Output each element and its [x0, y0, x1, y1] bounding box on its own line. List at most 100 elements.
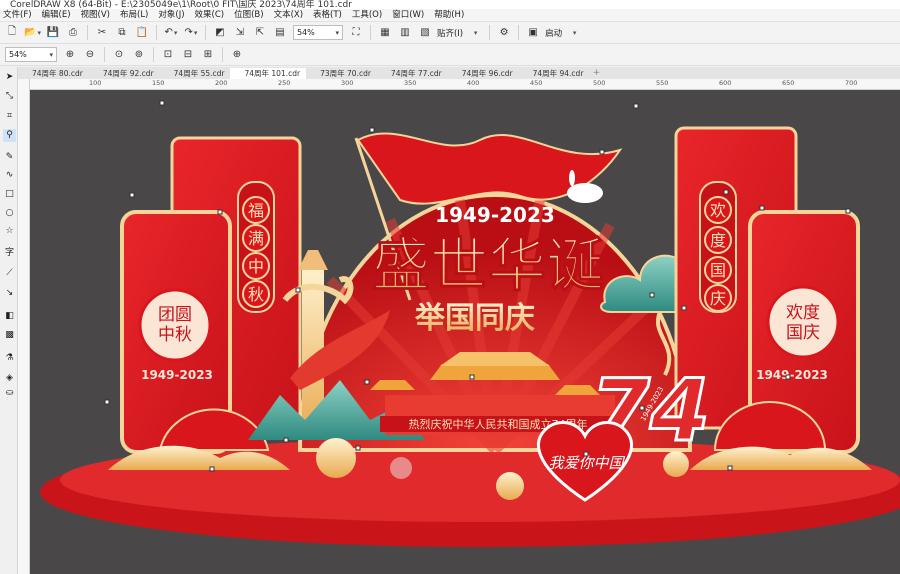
vertical-ruler[interactable] [18, 79, 30, 574]
menu-bar: 文件(F) 编辑(E) 视图(V) 布局(L) 对象(J) 效果(C) 位图(B… [0, 9, 900, 22]
zoom-to-selected-icon[interactable]: ⊙ [111, 47, 127, 63]
add-preset-icon[interactable]: ⊕ [229, 47, 245, 63]
menu-tools[interactable]: 工具(O) [349, 9, 389, 21]
zoom-to-all-objects-icon[interactable]: ⊚ [131, 47, 147, 63]
menu-view[interactable]: 视图(V) [78, 9, 117, 21]
menu-table[interactable]: 表格(T) [310, 9, 349, 21]
menu-edit[interactable]: 编辑(E) [39, 9, 78, 21]
drop-shadow-tool-icon[interactable]: ◧ [3, 310, 16, 323]
right-couplet-char: 度 [710, 231, 726, 250]
left-panel-text-line1: 团圆 [158, 305, 192, 325]
text-tool-icon[interactable]: 字 [3, 247, 16, 260]
tab-74-55[interactable]: 74周年 55.cdr [160, 68, 231, 79]
zoom-out-icon[interactable]: ⊖ [82, 47, 98, 63]
right-panel-text-line1: 欢度 [786, 303, 820, 323]
toolbar-separator [86, 25, 88, 40]
new-document-icon[interactable]: 🗋 [4, 25, 20, 41]
zoom-level-combo[interactable]: 54% ▾ [292, 25, 343, 40]
launch-chevron-icon[interactable] [566, 25, 582, 41]
show-grid-icon[interactable]: ▥ [397, 25, 413, 41]
menu-window[interactable]: 窗口(W) [389, 9, 431, 21]
menu-help[interactable]: 帮助(H) [431, 9, 471, 21]
zoom-to-page-width-icon[interactable]: ⊟ [180, 47, 196, 63]
smart-fill-tool-icon[interactable]: ⛀ [3, 387, 16, 400]
ruler-tick: 550 [656, 79, 669, 87]
tab-74-96[interactable]: 74周年 96.cdr [448, 68, 519, 79]
document-tabs: 74周年 80.cdr 74周年 92.cdr 74周年 55.cdr 74周年… [18, 67, 900, 79]
full-screen-icon[interactable]: ⛶ [348, 25, 364, 41]
zoom-tool-icon[interactable]: ⚲ [3, 129, 16, 142]
ellipse-tool-icon[interactable]: ○ [3, 207, 16, 220]
gold-ball-right [663, 451, 689, 477]
menu-layout[interactable]: 布局(L) [117, 9, 155, 21]
redo-icon[interactable]: ↷ [183, 25, 199, 41]
interactive-fill-tool-icon[interactable]: ◈ [3, 372, 16, 385]
cut-icon[interactable]: ✂ [94, 25, 110, 41]
crop-tool-icon[interactable]: ⌗ [3, 110, 16, 123]
export-icon[interactable]: ⇱ [252, 25, 268, 41]
search-content-icon[interactable]: ◩ [212, 25, 228, 41]
snap-chevron-icon[interactable] [467, 25, 483, 41]
heart-text: 我爱你中国 [548, 454, 625, 472]
eyedropper-tool-icon[interactable]: ⚗ [3, 352, 16, 365]
artistic-media-tool-icon[interactable]: ∿ [3, 169, 16, 182]
copy-icon[interactable]: ⧉ [114, 25, 130, 41]
show-guidelines-icon[interactable]: ▧ [417, 25, 433, 41]
freehand-tool-icon[interactable]: ✎ [3, 151, 16, 164]
save-icon[interactable]: 💾 [45, 25, 61, 41]
parallel-dimension-tool-icon[interactable]: ⟋ [3, 267, 16, 280]
right-couplet-char: 国 [710, 261, 726, 280]
zoom-levels-combo[interactable]: 54% ▾ [5, 47, 57, 62]
launch-dropdown[interactable]: 启动 [545, 27, 562, 39]
left-couplet-char: 满 [248, 229, 264, 248]
drawing-canvas[interactable]: 福 满 中 秋 团圆 中秋 1949-2023 热烈庆祝中华人民共和国成立74周… [30, 90, 900, 574]
subtitle: 举国同庆 [414, 301, 535, 336]
open-folder-icon[interactable]: 📂 [24, 25, 41, 41]
rabbit-ear [569, 170, 575, 186]
menu-object[interactable]: 对象(J) [155, 9, 191, 21]
left-couplet-char: 秋 [248, 285, 264, 304]
import-icon[interactable]: ⇲ [232, 25, 248, 41]
tab-74-77[interactable]: 74周年 77.cdr [377, 68, 448, 79]
rectangle-tool-icon[interactable]: □ [3, 188, 16, 201]
publish-pdf-icon[interactable]: ▤ [272, 25, 288, 41]
add-tab-icon[interactable]: + [589, 68, 603, 79]
ruler-tick: 450 [530, 79, 543, 87]
tab-74-80[interactable]: 74周年 80.cdr [18, 68, 89, 79]
horizontal-ruler[interactable]: 100 150 200 250 300 350 400 450 500 550 … [30, 79, 900, 90]
transparency-tool-icon[interactable]: ▩ [3, 329, 16, 342]
zoom-to-page-height-icon[interactable]: ⊞ [200, 47, 216, 63]
options-gear-icon[interactable]: ⚙ [496, 25, 512, 41]
polygon-tool-icon[interactable]: ☆ [3, 225, 16, 238]
print-icon[interactable]: ⎙ [65, 25, 81, 41]
menu-effects[interactable]: 效果(C) [192, 9, 232, 21]
ruler-tick: 600 [719, 79, 732, 87]
application-launcher-icon[interactable]: ▣ [525, 25, 541, 41]
menu-file[interactable]: 文件(F) [0, 9, 39, 21]
right-couplet-char: 庆 [710, 289, 726, 308]
toolbar-separator [369, 25, 371, 40]
tab-74-101-active[interactable]: 74周年 101.cdr [230, 68, 307, 79]
zoom-in-icon[interactable]: ⊕ [62, 47, 78, 63]
main-title: 盛世华诞 [372, 231, 604, 299]
ruler-tick: 250 [278, 79, 291, 87]
zoom-levels-value: 54% [9, 50, 27, 59]
undo-icon[interactable]: ↶ [163, 25, 179, 41]
pink-ball [390, 457, 412, 479]
shape-tool-icon[interactable]: ⤡ [3, 90, 16, 103]
pick-tool-icon[interactable]: ➤ [3, 71, 16, 84]
zoom-to-page-icon[interactable]: ⊡ [160, 47, 176, 63]
right-panel-text-line2: 国庆 [786, 323, 820, 343]
tab-74-94[interactable]: 74周年 94.cdr [519, 68, 590, 79]
tab-73-70[interactable]: 73周年 70.cdr [306, 68, 377, 79]
paste-icon[interactable]: 📋 [134, 25, 150, 41]
snap-to-dropdown[interactable]: 贴齐(I) [437, 27, 463, 39]
connector-tool-icon[interactable]: ↘ [3, 287, 16, 300]
menu-bitmaps[interactable]: 位图(B) [231, 9, 270, 21]
left-panel-years: 1949-2023 [141, 368, 213, 382]
ruler-tick: 700 [845, 79, 858, 87]
show-rulers-icon[interactable]: ▦ [377, 25, 393, 41]
gold-ball [316, 438, 356, 478]
menu-text[interactable]: 文本(X) [271, 9, 310, 21]
tab-74-92[interactable]: 74周年 92.cdr [89, 68, 160, 79]
